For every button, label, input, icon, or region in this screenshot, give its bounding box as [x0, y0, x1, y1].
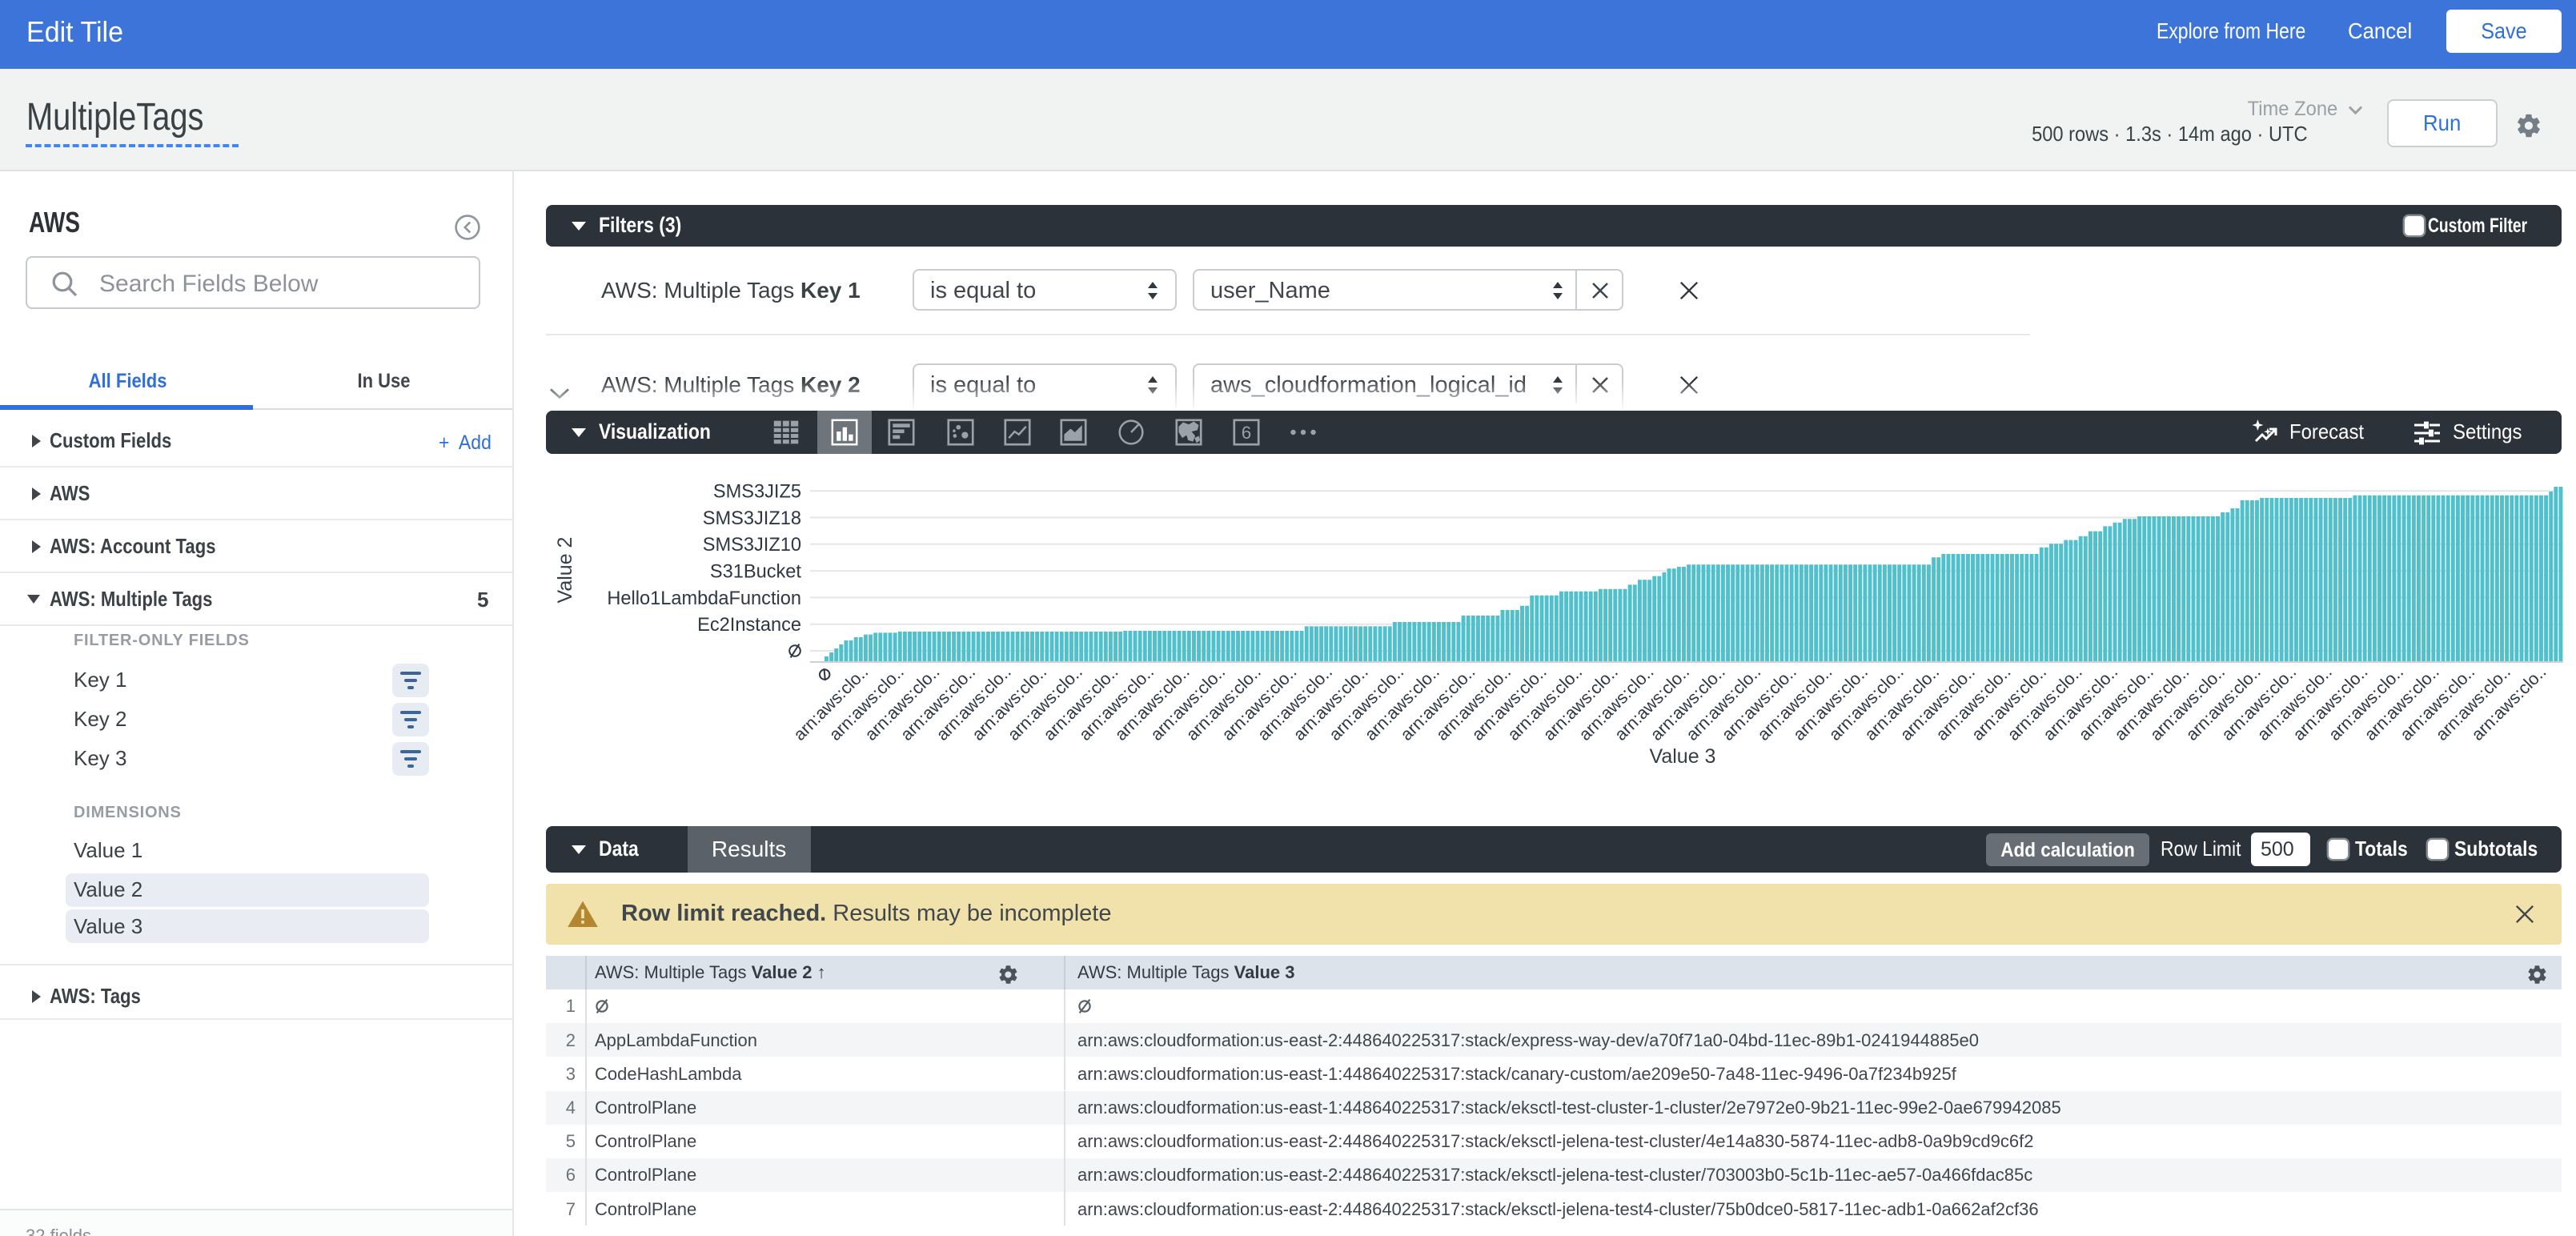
svg-text:6: 6 [1242, 423, 1251, 443]
svg-text:SMS3JIZ18: SMS3JIZ18 [703, 508, 801, 529]
svg-text:Hello1LambdaFunction: Hello1LambdaFunction [607, 588, 801, 609]
svg-text:Value 2: Value 2 [554, 537, 576, 604]
svg-text:SMS3JIZ5: SMS3JIZ5 [713, 482, 801, 503]
svg-text:Ec2Instance: Ec2Instance [697, 615, 801, 636]
svg-text:Value 3: Value 3 [1650, 745, 1716, 768]
svg-text:S31Bucket: S31Bucket [710, 562, 802, 583]
svg-text:SMS3JIZ10: SMS3JIZ10 [703, 535, 801, 556]
